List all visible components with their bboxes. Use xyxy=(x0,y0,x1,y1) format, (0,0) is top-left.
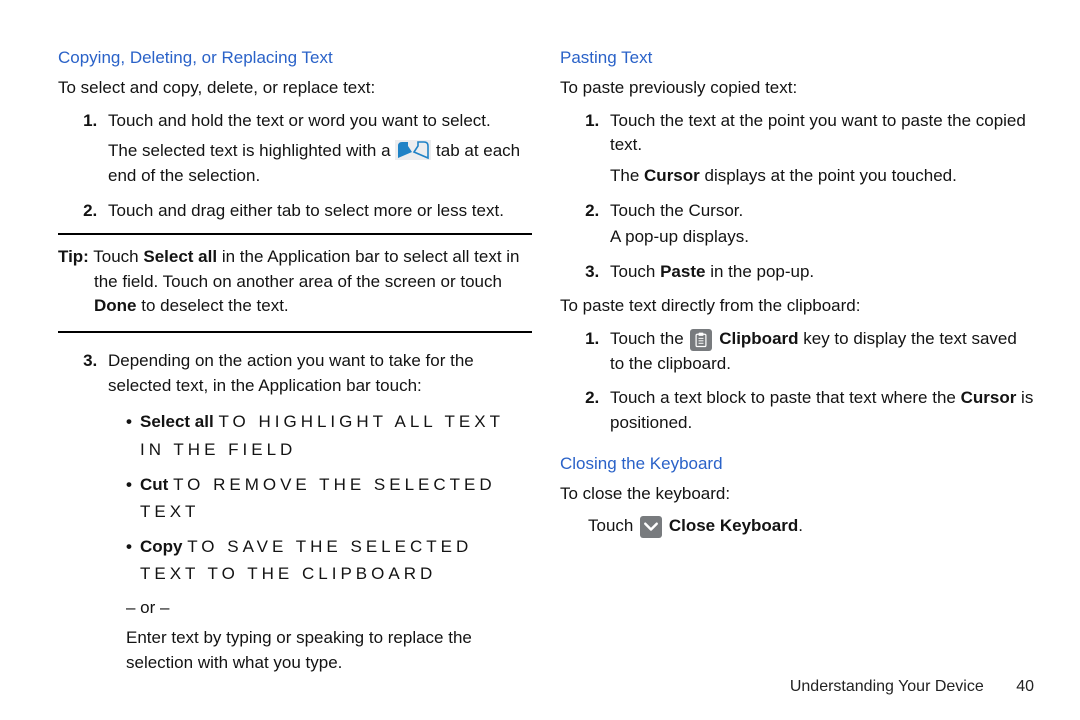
bullet-item: Copy to save the selected text to the cl… xyxy=(126,533,532,587)
pasting-intro: To paste previously copied text: xyxy=(560,76,1034,101)
action-label: Cut xyxy=(140,475,168,494)
step-text: Depending on the action you want to take… xyxy=(108,351,474,395)
note-text: displays at the point you touched. xyxy=(700,166,957,185)
copying-steps-cont: Depending on the action you want to take… xyxy=(58,349,532,675)
step-note: A pop-up displays. xyxy=(610,225,1034,250)
clipboard-steps: Touch the Clipboard key to display the t… xyxy=(560,327,1034,436)
clipboard-label: Clipboard xyxy=(719,329,798,348)
action-label: Select all xyxy=(140,412,214,431)
closing-intro: To close the keyboard: xyxy=(560,482,1034,507)
step-item: Touch a text block to paste that text wh… xyxy=(604,386,1034,435)
note-text: The xyxy=(610,166,644,185)
step-item: Touch the Clipboard key to display the t… xyxy=(604,327,1034,376)
step-text: Touch xyxy=(588,516,638,535)
step-item: Touch and drag either tab to select more… xyxy=(102,199,532,224)
section-name: Understanding Your Device xyxy=(790,678,984,695)
manual-page: Copying, Deleting, or Replacing Text To … xyxy=(0,0,1080,720)
right-column: Pasting Text To paste previously copied … xyxy=(560,48,1034,685)
pasting-steps: Touch the text at the point you want to … xyxy=(560,109,1034,285)
section-heading-copying: Copying, Deleting, or Replacing Text xyxy=(58,48,532,68)
step-item: Touch the text at the point you want to … xyxy=(604,109,1034,189)
copying-steps: Touch and hold the text or word you want… xyxy=(58,109,532,224)
section-heading-closing: Closing the Keyboard xyxy=(560,454,1034,474)
step-note: The selected text is highlighted with a … xyxy=(108,139,532,188)
cursor-label: Cursor xyxy=(961,388,1017,407)
left-column: Copying, Deleting, or Replacing Text To … xyxy=(58,48,532,685)
bullet-item: Cut to remove the selected text xyxy=(126,471,532,525)
step-text: . xyxy=(798,516,803,535)
page-number: 40 xyxy=(1016,678,1034,696)
step-text: Touch and drag either tab to select more… xyxy=(108,201,504,220)
tip-text: Touch xyxy=(89,247,144,266)
close-step: Touch Close Keyboard. xyxy=(588,514,1034,539)
step-item: Touch the Cursor. A pop-up displays. xyxy=(604,199,1034,250)
step-text: Touch the text at the point you want to … xyxy=(610,111,1026,155)
close-keyboard-icon xyxy=(640,516,662,538)
action-label: Copy xyxy=(140,537,183,556)
cursor-label: Cursor xyxy=(644,166,700,185)
or-divider: – or – xyxy=(126,596,532,621)
step-text: Touch a text block to paste that text wh… xyxy=(610,388,961,407)
page-footer: Understanding Your Device 40 xyxy=(790,678,1034,696)
step-item: Depending on the action you want to take… xyxy=(102,349,532,675)
select-all-label: Select all xyxy=(143,247,217,266)
action-desc: to remove the selected text xyxy=(140,475,496,521)
step-item: Touch Paste in the pop-up. xyxy=(604,260,1034,285)
note-text: The selected text is highlighted with a xyxy=(108,141,395,160)
clipboard-icon xyxy=(690,329,712,351)
action-desc: to save the selected text to the clipboa… xyxy=(140,537,472,583)
step-text: Touch xyxy=(610,262,660,281)
step-note: The Cursor displays at the point you tou… xyxy=(610,164,1034,189)
copying-intro: To select and copy, delete, or replace t… xyxy=(58,76,532,101)
action-bullets: Select all to highlight all text in the … xyxy=(126,408,532,587)
selection-handles-icon xyxy=(395,140,431,160)
paste-label: Paste xyxy=(660,262,705,281)
clipboard-intro: To paste text directly from the clipboar… xyxy=(560,294,1034,319)
two-column-layout: Copying, Deleting, or Replacing Text To … xyxy=(58,48,1034,685)
step-text: Touch and hold the text or word you want… xyxy=(108,111,491,130)
bullet-item: Select all to highlight all text in the … xyxy=(126,408,532,462)
step-text: Touch the xyxy=(610,329,688,348)
step-note: Enter text by typing or speaking to repl… xyxy=(126,626,532,675)
close-keyboard-label: Close Keyboard xyxy=(669,516,798,535)
section-heading-pasting: Pasting Text xyxy=(560,48,1034,68)
tip-body: Tip: Touch Select all in the Application… xyxy=(58,245,532,319)
tip-text: to deselect the text. xyxy=(137,296,289,315)
step-text: Touch the Cursor. xyxy=(610,201,743,220)
step-text: in the pop-up. xyxy=(705,262,814,281)
tip-callout: Tip: Touch Select all in the Application… xyxy=(58,233,532,333)
step-item: Touch and hold the text or word you want… xyxy=(102,109,532,189)
done-label: Done xyxy=(94,296,137,315)
tip-label: Tip: xyxy=(58,247,89,266)
